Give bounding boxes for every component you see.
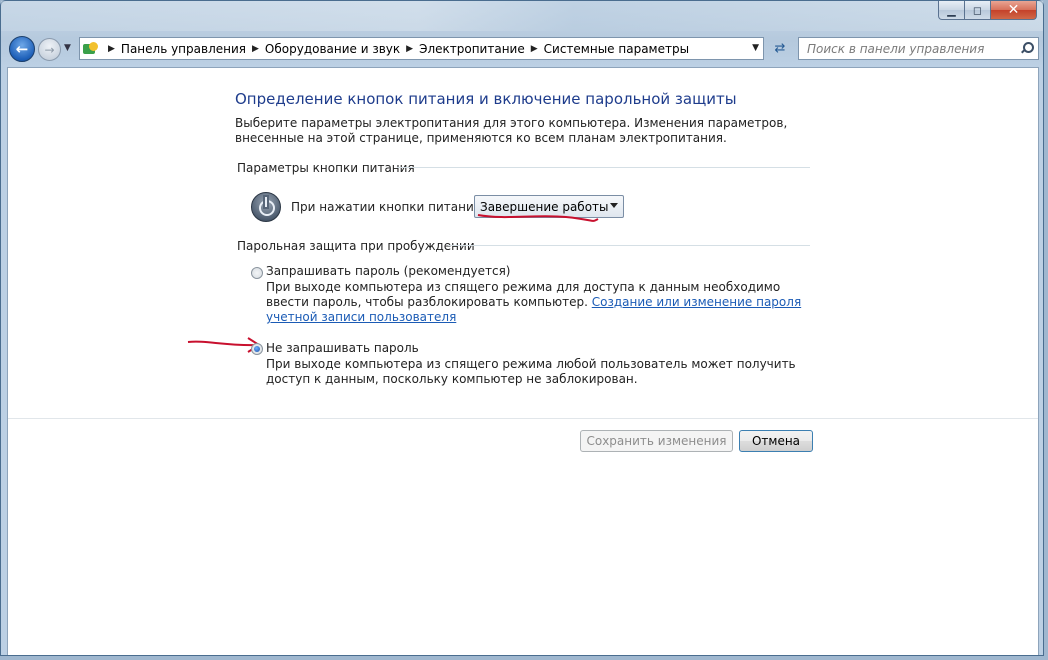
breadcrumb-power-options[interactable]: Электропитание [419, 42, 525, 56]
close-button[interactable]: ✕ [991, 1, 1037, 20]
intro-text: Выберите параметры электропитания для эт… [235, 116, 788, 145]
footer-divider [8, 418, 1038, 419]
search-placeholder: Поиск в панели управления [807, 41, 985, 56]
search-input[interactable]: Поиск в панели управления [798, 37, 1039, 60]
breadcrumb-separator-icon[interactable]: ▶ [406, 44, 413, 54]
power-section-header: Параметры кнопки питания [237, 161, 415, 175]
arrow-left-icon: ← [15, 40, 29, 58]
cancel-button[interactable]: Отмена [739, 430, 813, 452]
power-icon [251, 192, 281, 222]
navigation-bar: ← → ▼ ▶ Панель управления ▶ Оборудование… [1, 35, 1043, 63]
breadcrumb-separator-icon[interactable]: ▶ [531, 44, 538, 54]
arrow-right-icon: → [44, 42, 55, 57]
password-section-header: Парольная защита при пробуждении [237, 239, 475, 253]
require-password-label[interactable]: Запрашивать пароль (рекомендуется) [266, 264, 510, 278]
address-dropdown-icon[interactable]: ▼ [752, 43, 759, 53]
breadcrumb-control-panel[interactable]: Панель управления [121, 42, 246, 56]
section-divider [397, 167, 810, 168]
caption-buttons: ▁ ◻ ✕ [938, 1, 1037, 20]
forward-button[interactable]: → [38, 38, 61, 61]
power-button-label: При нажатии кнопки питания: [291, 200, 486, 214]
refresh-icon: ⇄ [774, 41, 786, 56]
breadcrumb-hardware-sound[interactable]: Оборудование и звук [265, 42, 400, 56]
search-icon[interactable] [1020, 41, 1034, 55]
breadcrumb-system-settings[interactable]: Системные параметры [544, 42, 689, 56]
control-panel-icon [82, 41, 100, 57]
control-panel-window: ▁ ◻ ✕ ← → ▼ ▶ Панель управления ▶ Оборуд… [0, 0, 1044, 656]
address-bar[interactable]: ▶ Панель управления ▶ Оборудование и зву… [79, 37, 764, 60]
save-changes-button[interactable]: Сохранить изменения [580, 430, 733, 452]
no-password-radio[interactable] [251, 343, 263, 355]
breadcrumb-separator-icon[interactable]: ▶ [252, 44, 259, 54]
refresh-button[interactable]: ⇄ [767, 37, 793, 60]
page-title: Определение кнопок питания и включение п… [235, 90, 737, 108]
title-bar [1, 1, 1043, 31]
require-password-radio[interactable] [251, 267, 263, 279]
red-underline-annotation [477, 214, 599, 222]
minimize-button[interactable]: ▁ [938, 1, 965, 20]
require-password-description: При выходе компьютера из спящего режима … [266, 280, 806, 325]
breadcrumb-separator-icon[interactable]: ▶ [108, 44, 115, 54]
main-content: Определение кнопок питания и включение п… [7, 67, 1039, 655]
recent-pages-button[interactable]: ▼ [64, 43, 71, 53]
chevron-down-icon [610, 203, 618, 208]
no-password-label[interactable]: Не запрашивать пароль [266, 341, 419, 355]
back-button[interactable]: ← [9, 36, 35, 62]
no-password-description: При выходе компьютера из спящего режима … [266, 357, 796, 386]
maximize-button[interactable]: ◻ [965, 1, 991, 20]
section-divider [448, 245, 810, 246]
